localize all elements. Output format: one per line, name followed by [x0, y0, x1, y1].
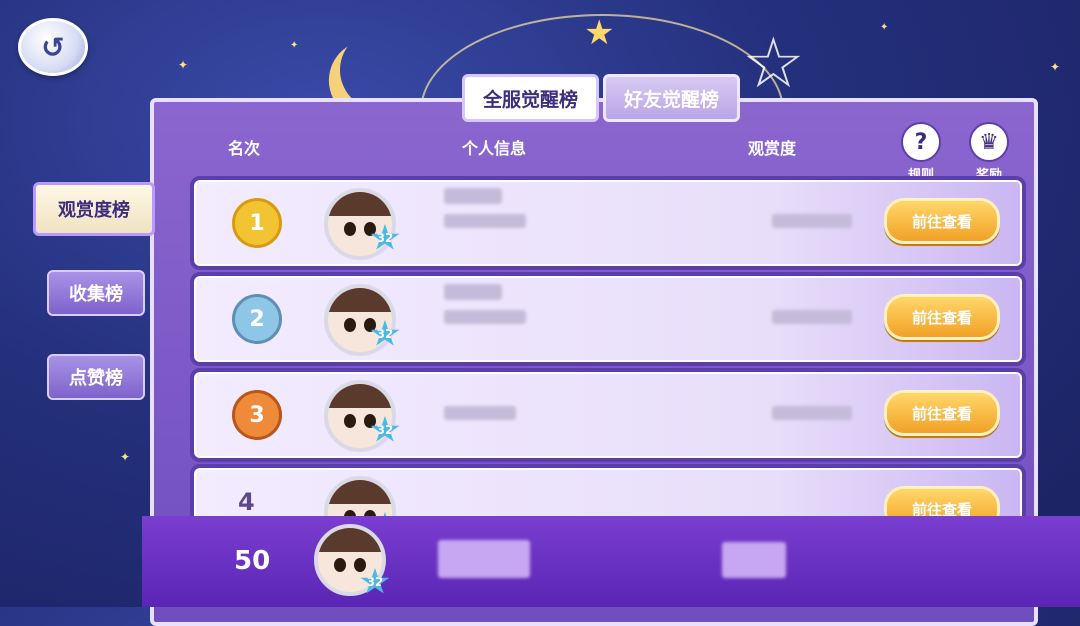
gold-medal-icon: 1	[232, 198, 282, 248]
view-button[interactable]: 前往查看	[884, 294, 1000, 340]
back-button[interactable]: ↺	[18, 18, 88, 76]
blurred-id	[444, 214, 526, 228]
my-rank-number: 50	[234, 546, 271, 576]
blurred-my-score	[722, 542, 786, 578]
blurred-score	[772, 406, 852, 420]
star-decoration: ✦	[1050, 60, 1061, 74]
trophy-icon: ♛	[969, 122, 1009, 162]
avatar	[324, 284, 396, 356]
leaderboard-row: 1 32 前往查看	[190, 176, 1026, 270]
leaderboard-tabs: 全服觉醒榜 好友觉醒榜	[462, 74, 741, 122]
rules-button[interactable]: ? 规则	[897, 122, 945, 183]
rank-number: 4	[238, 488, 255, 516]
silver-medal-icon: 2	[232, 294, 282, 344]
header-rank: 名次	[228, 139, 261, 158]
sidebar-item-collection[interactable]: 收集榜	[47, 270, 145, 316]
star-decoration: ✦	[290, 40, 299, 51]
tab-friends-awakening[interactable]: 好友觉醒榜	[603, 74, 741, 122]
avatar	[324, 380, 396, 452]
rewards-button[interactable]: ♛ 奖励	[965, 122, 1013, 183]
view-button[interactable]: 前往查看	[884, 198, 1000, 244]
back-icon: ↺	[41, 30, 65, 64]
big-star-decoration: ☆	[742, 22, 805, 104]
blurred-name	[444, 406, 516, 420]
view-button[interactable]: 前往查看	[884, 390, 1000, 436]
star-decoration: ✦	[120, 450, 131, 464]
header-info: 个人信息	[462, 139, 527, 158]
blurred-name	[444, 188, 502, 204]
small-star-decoration: ★	[584, 13, 615, 53]
my-rank-bar: 50 32	[142, 516, 1080, 607]
leaderboard-row: 2 32 前往查看	[190, 272, 1026, 366]
sidebar-item-likes[interactable]: 点赞榜	[47, 354, 145, 400]
star-decoration: ✦	[178, 58, 189, 72]
star-decoration: ✦	[880, 22, 889, 33]
header-score: 观赏度	[748, 139, 797, 158]
blurred-score	[772, 310, 852, 324]
avatar	[324, 188, 396, 260]
blurred-score	[772, 214, 852, 228]
blurred-name	[444, 284, 502, 300]
tab-server-awakening[interactable]: 全服觉醒榜	[462, 74, 600, 122]
sidebar-item-viewing[interactable]: 观赏度榜	[33, 182, 155, 236]
blurred-my-name	[438, 540, 530, 578]
question-icon: ?	[901, 122, 941, 162]
bronze-medal-icon: 3	[232, 390, 282, 440]
blurred-id	[444, 310, 526, 324]
leaderboard-row: 3 32 前往查看	[190, 368, 1026, 462]
